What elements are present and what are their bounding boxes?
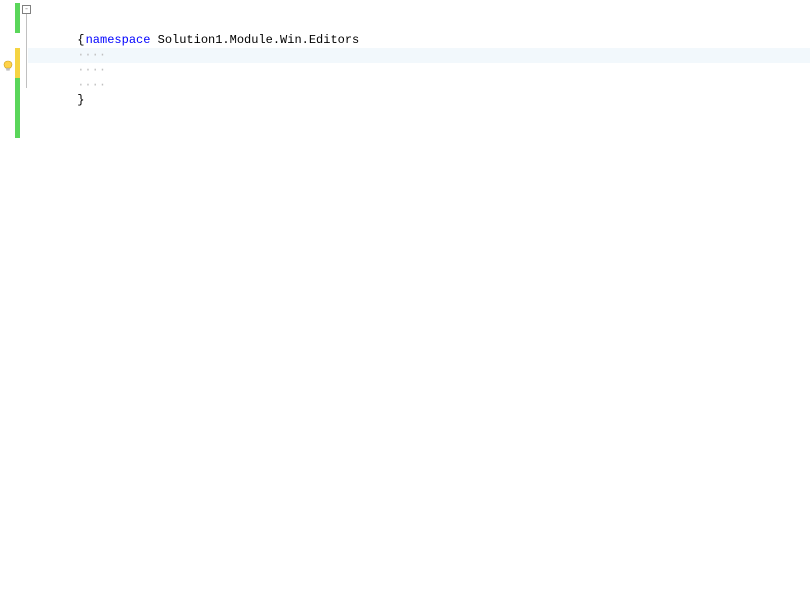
brace-open: { bbox=[71, 33, 84, 47]
indent-guide: ···· bbox=[71, 48, 106, 62]
code-line[interactable]: { bbox=[28, 18, 810, 33]
code-line[interactable]: } bbox=[28, 78, 810, 93]
indent-guide: ···· bbox=[71, 63, 106, 77]
indent-guide: ···· bbox=[71, 78, 106, 92]
code-line[interactable]: ···· bbox=[28, 63, 810, 78]
namespace-name: Solution1.Module.Win.Editors bbox=[150, 33, 359, 47]
change-bar-saved-2 bbox=[15, 78, 20, 138]
lightbulb-icon[interactable] bbox=[2, 60, 14, 72]
change-bar-unsaved bbox=[15, 48, 20, 78]
keyword-namespace: namespace bbox=[86, 33, 151, 47]
code-editor[interactable]: - namespace Solution1.Module.Win.Editors… bbox=[0, 0, 810, 605]
editor-gutter: - bbox=[0, 0, 28, 605]
brace-close: } bbox=[71, 93, 84, 107]
change-bar-saved bbox=[15, 3, 20, 33]
code-line[interactable]: namespace Solution1.Module.Win.Editors bbox=[28, 3, 810, 18]
code-line-cursor[interactable]: ···· bbox=[28, 48, 810, 63]
outline-guide bbox=[26, 14, 27, 88]
code-text-area[interactable]: namespace Solution1.Module.Win.Editors {… bbox=[28, 0, 810, 605]
